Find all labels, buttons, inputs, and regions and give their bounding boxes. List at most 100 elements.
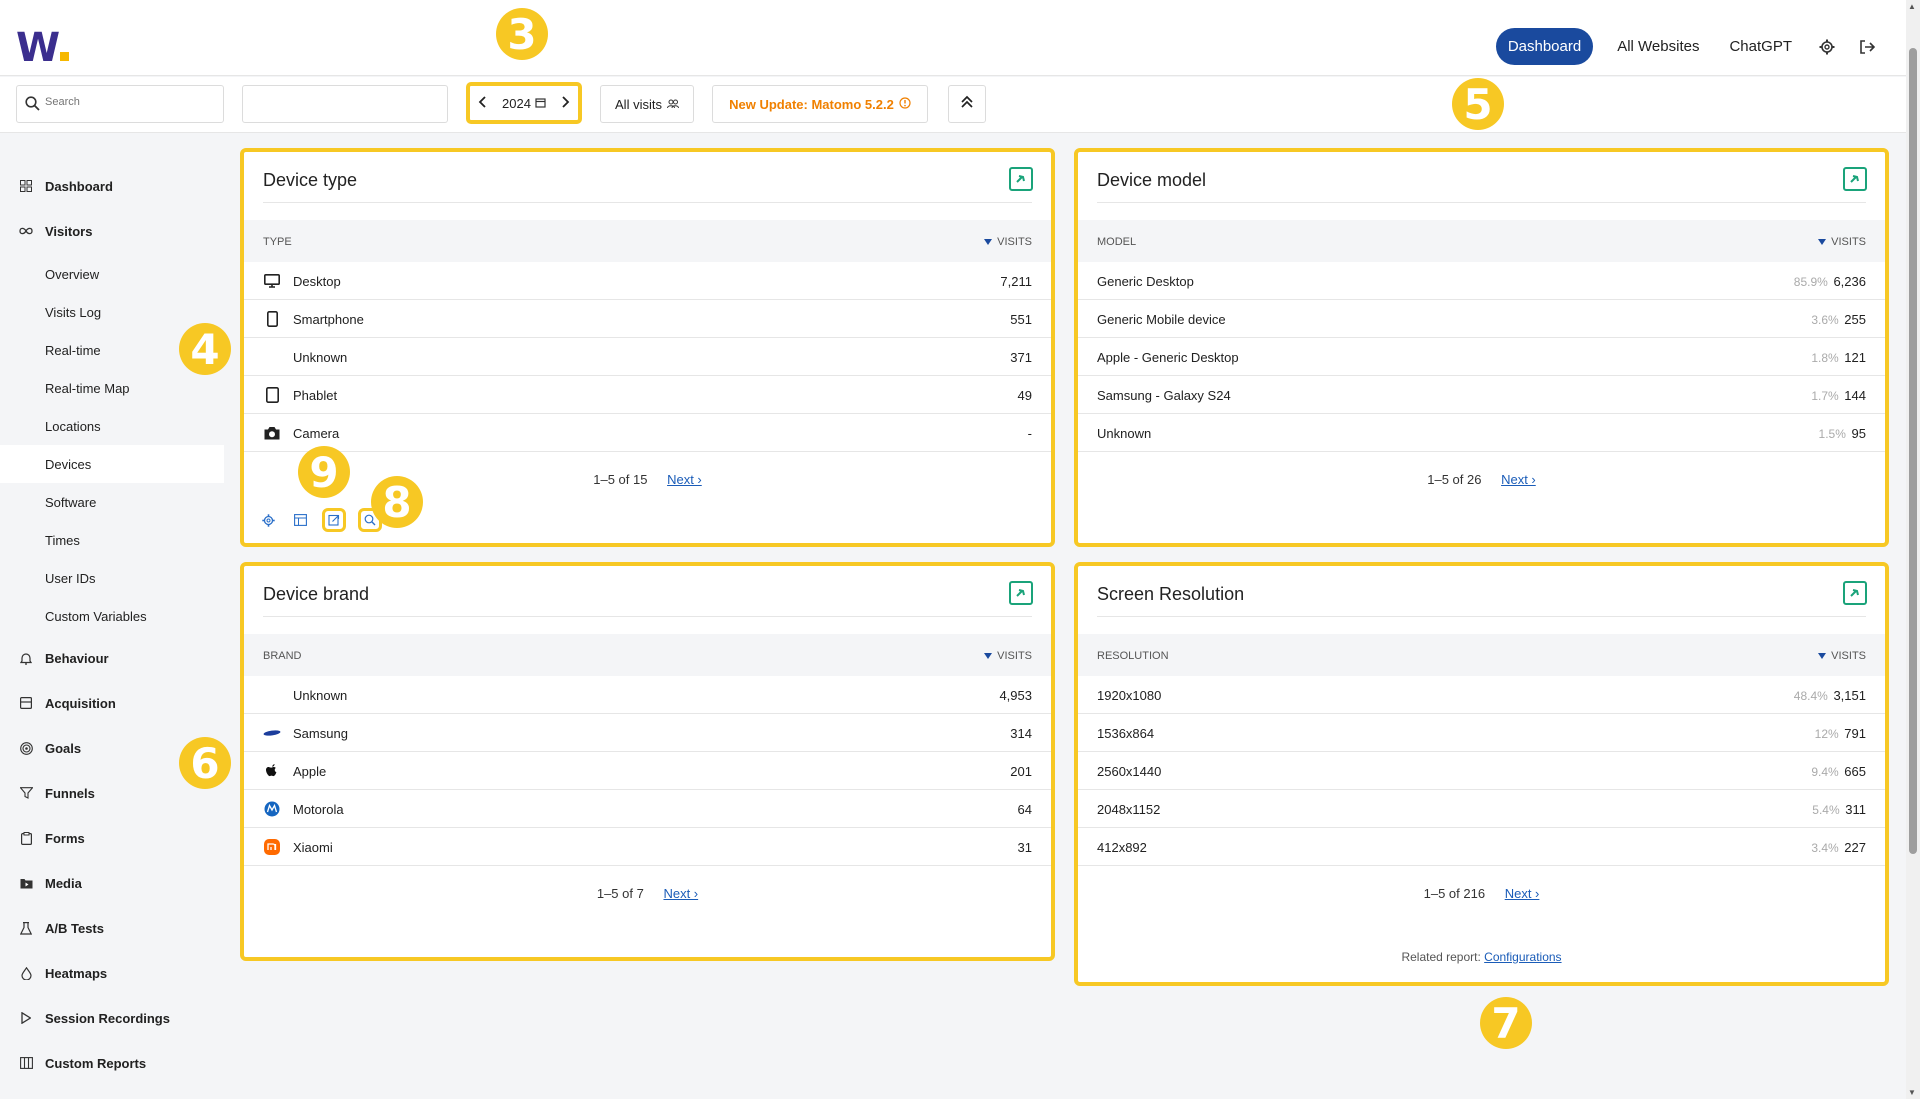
table-row[interactable]: Apple 201	[244, 752, 1051, 790]
segment-label: All visits	[615, 96, 662, 112]
table-row[interactable]: Generic Desktop 85.9% 6,236	[1078, 262, 1885, 300]
sidebar-item-software[interactable]: Software	[0, 483, 224, 521]
table-header: BRAND VISITS	[244, 634, 1051, 676]
sidebar-item-session-recordings[interactable]: Session Recordings	[0, 999, 224, 1037]
sidebar-item-ab-tests[interactable]: A/B Tests	[0, 909, 224, 947]
table-row[interactable]: Unknown 4,953	[244, 676, 1051, 714]
annotation-badge-5: 5	[1452, 78, 1504, 130]
column-header-model[interactable]: MODEL	[1097, 236, 1136, 248]
table-row[interactable]: Phablet 49	[244, 376, 1051, 414]
flask-icon	[18, 920, 34, 936]
sidebar-item-times[interactable]: Times	[0, 521, 224, 559]
sidebar-item-locations[interactable]: Locations	[0, 407, 224, 445]
table-header: MODEL VISITS	[1078, 220, 1885, 262]
gear-icon[interactable]	[258, 510, 278, 530]
table-row[interactable]: 2560x1440 9.4% 665	[1078, 752, 1885, 790]
sidebar-item-behaviour[interactable]: Behaviour	[0, 639, 224, 677]
annotation-badge-6: 6	[179, 737, 231, 789]
table-row[interactable]: Generic Mobile device 3.6% 255	[1078, 300, 1885, 338]
widget-action-icon[interactable]	[1009, 167, 1033, 191]
related-report-link[interactable]: Configurations	[1484, 950, 1561, 964]
period-label[interactable]: 2024	[502, 96, 531, 111]
column-header-visits[interactable]: VISITS	[1818, 236, 1866, 248]
bell-icon	[18, 650, 34, 666]
period-selector[interactable]: 2024	[466, 82, 582, 124]
infinity-icon	[18, 223, 34, 239]
sidebar-item-user-ids[interactable]: User IDs	[0, 559, 224, 597]
next-page-link[interactable]: Next ›	[1501, 472, 1536, 487]
widget-action-icon[interactable]	[1843, 167, 1867, 191]
sidebar-item-custom-variables[interactable]: Custom Variables	[0, 597, 224, 635]
sidebar-item-acquisition[interactable]: Acquisition	[0, 684, 224, 722]
table-row[interactable]: 412x892 3.4% 227	[1078, 828, 1885, 866]
widget-action-icon[interactable]	[1009, 581, 1033, 605]
update-notice-button[interactable]: New Update: Matomo 5.2.2	[712, 85, 928, 123]
next-period-chevron-icon[interactable]	[560, 95, 570, 111]
column-header-visits[interactable]: VISITS	[984, 650, 1032, 662]
table-row[interactable]: Unknown 1.5% 95	[1078, 414, 1885, 452]
scrollbar[interactable]: ▲ ▼	[1906, 0, 1920, 1099]
table-row[interactable]: Smartphone 551	[244, 300, 1051, 338]
table-row[interactable]: Xiaomi 31	[244, 828, 1051, 866]
sidebar-item-forms[interactable]: Forms	[0, 819, 224, 857]
phablet-icon	[263, 386, 281, 404]
pagination-info: 1–5 of 216	[1423, 886, 1486, 901]
table-row[interactable]: 1536x864 12% 791	[1078, 714, 1885, 752]
widget-title: Device brand	[263, 584, 370, 604]
table-row[interactable]: Unknown 371	[244, 338, 1051, 376]
prev-period-chevron-icon[interactable]	[478, 95, 488, 111]
app-logo[interactable]: W	[16, 28, 70, 68]
table-row[interactable]: Desktop 7,211	[244, 262, 1051, 300]
column-header-type[interactable]: TYPE	[263, 236, 292, 248]
sidebar-item-custom-reports[interactable]: Custom Reports	[0, 1044, 224, 1082]
segment-selector[interactable]: All visits	[600, 85, 694, 123]
annotation-badge-4: 4	[179, 323, 231, 375]
nav-all-websites-link[interactable]: All Websites	[1611, 38, 1705, 55]
sidebar-item-media[interactable]: Media	[0, 864, 224, 902]
scroll-down-arrow-icon[interactable]: ▼	[1908, 1088, 1916, 1097]
double-chevron-up-icon	[961, 95, 973, 114]
table-row[interactable]: Camera -	[244, 414, 1051, 452]
search-box[interactable]	[16, 85, 224, 123]
next-page-link[interactable]: Next ›	[667, 472, 702, 487]
sort-down-icon	[1818, 236, 1827, 248]
table-row[interactable]: Samsung - Galaxy S24 1.7% 144	[1078, 376, 1885, 414]
widget-title: Device model	[1097, 170, 1207, 190]
nav-dashboard-button[interactable]: Dashboard	[1495, 28, 1594, 65]
column-header-brand[interactable]: BRAND	[263, 650, 302, 662]
sidebar-item-devices[interactable]: Devices	[0, 445, 224, 483]
update-label: New Update: Matomo 5.2.2	[729, 96, 894, 112]
sidebar-item-dashboard[interactable]: Dashboard	[0, 167, 224, 205]
column-header-visits[interactable]: VISITS	[984, 236, 1032, 248]
gear-icon[interactable]	[1816, 36, 1838, 58]
sort-down-icon	[984, 650, 993, 662]
pagination-info: 1–5 of 15	[593, 472, 648, 487]
export-icon[interactable]	[322, 508, 346, 532]
logout-icon[interactable]	[1856, 36, 1878, 58]
scrollbar-thumb[interactable]	[1909, 48, 1917, 854]
sidebar-item-real-time-map[interactable]: Real-time Map	[0, 369, 224, 407]
table-row[interactable]: 2048x1152 5.4% 311	[1078, 790, 1885, 828]
nav-chatgpt-link[interactable]: ChatGPT	[1723, 38, 1798, 55]
smartphone-icon	[263, 310, 281, 328]
sidebar-item-visitors[interactable]: Visitors	[0, 212, 224, 250]
search-input[interactable]	[45, 96, 215, 108]
sidebar-item-heatmaps[interactable]: Heatmaps	[0, 954, 224, 992]
next-page-link[interactable]: Next ›	[663, 886, 698, 901]
table-row[interactable]: Samsung 314	[244, 714, 1051, 752]
widget-action-icon[interactable]	[1843, 581, 1867, 605]
top-nav: Dashboard All Websites ChatGPT	[1495, 28, 1878, 65]
table-header: TYPE VISITS	[244, 220, 1051, 262]
table-row[interactable]: 1920x1080 48.4% 3,151	[1078, 676, 1885, 714]
table-row[interactable]: Motorola 64	[244, 790, 1051, 828]
sidebar-item-overview[interactable]: Overview	[0, 255, 224, 293]
scroll-up-arrow-icon[interactable]: ▲	[1908, 2, 1916, 11]
collapse-filters-button[interactable]	[948, 85, 986, 123]
table-view-icon[interactable]	[290, 510, 310, 530]
table-row[interactable]: Apple - Generic Desktop 1.8% 121	[1078, 338, 1885, 376]
site-selector[interactable]	[242, 85, 448, 123]
column-header-resolution[interactable]: RESOLUTION	[1097, 650, 1169, 662]
column-header-visits[interactable]: VISITS	[1818, 650, 1866, 662]
next-page-link[interactable]: Next ›	[1505, 886, 1540, 901]
grid-icon	[18, 178, 34, 194]
